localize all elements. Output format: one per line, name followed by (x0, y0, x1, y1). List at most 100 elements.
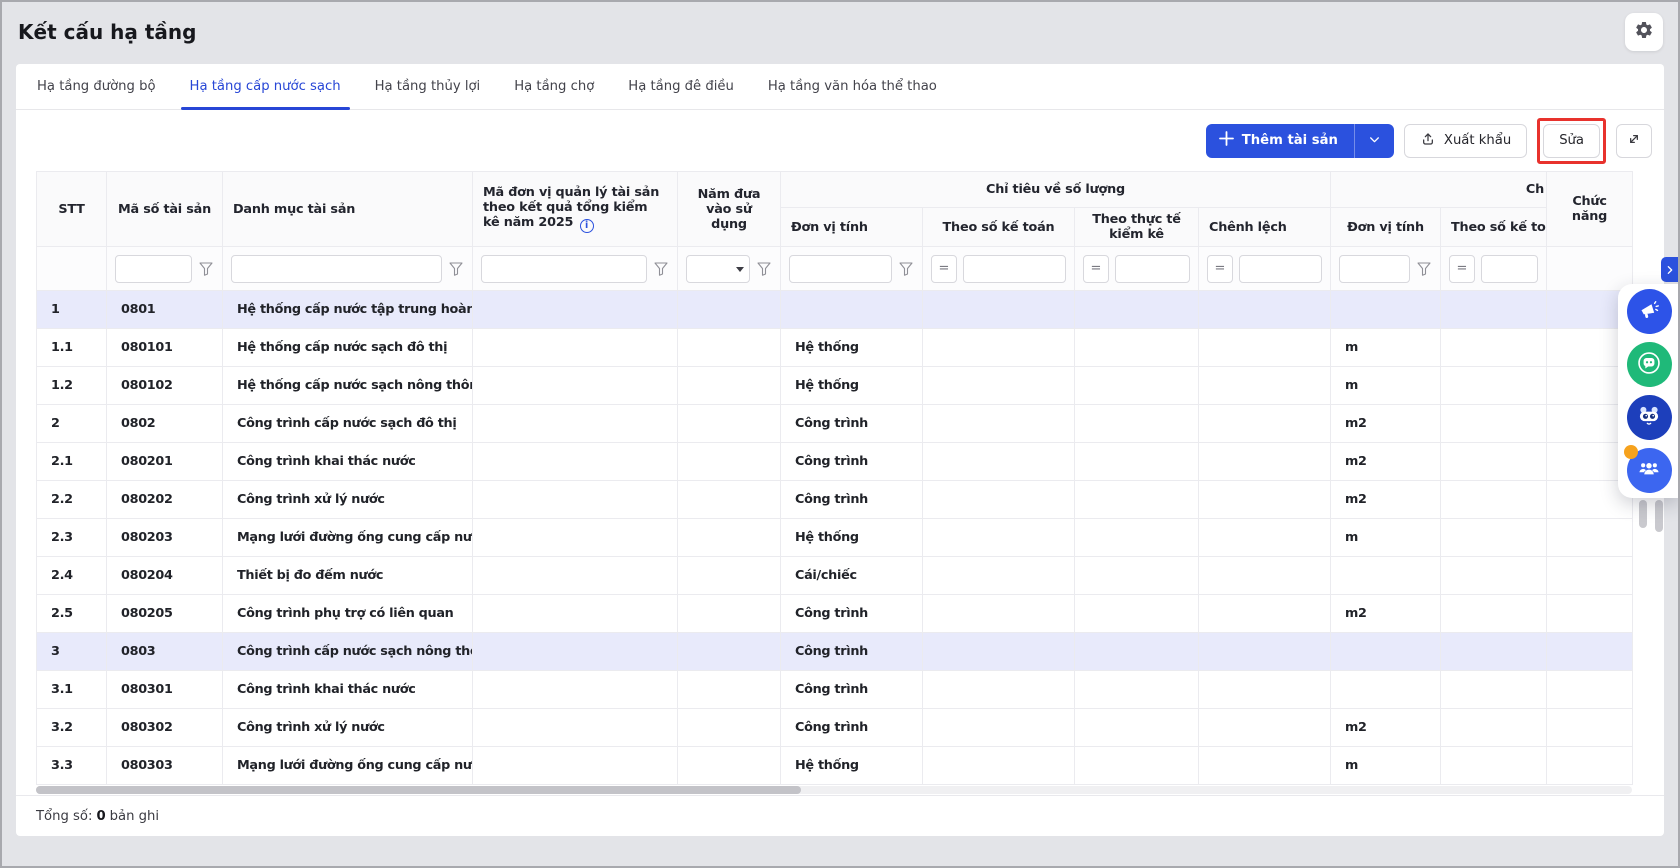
tab-ha-tang-de-dieu[interactable]: Hạ tầng đê điều (611, 64, 751, 109)
cell-acc2 (1441, 671, 1547, 709)
cell-acc2 (1441, 291, 1547, 329)
edit-button[interactable]: Sửa (1543, 124, 1600, 158)
cell-mgmt (473, 633, 678, 671)
tab-ha-tang-cap-nuoc-sach[interactable]: Hạ tầng cấp nước sạch (173, 64, 358, 109)
export-button[interactable]: Xuất khẩu (1404, 124, 1527, 158)
funnel-icon[interactable] (448, 262, 464, 276)
cell-year (678, 671, 781, 709)
cell-actions (1547, 519, 1633, 557)
table-row[interactable]: 30803Công trình cấp nước sạch nông thôn … (37, 633, 1633, 671)
cell-name: Công trình cấp nước sạch đô thị (223, 405, 473, 443)
funnel-icon[interactable] (1416, 262, 1432, 276)
tab-ha-tang-van-hoa-the-thao[interactable]: Hạ tầng văn hóa thể thao (751, 64, 954, 109)
cell-code: 0802 (107, 405, 223, 443)
filter-operator-equals[interactable]: = (1083, 255, 1109, 283)
table-row[interactable]: 3.3080303Mạng lưới đường ống cung cấp nư… (37, 747, 1633, 785)
filter-operator-equals[interactable]: = (1449, 255, 1475, 283)
filter-input-asset-code[interactable] (115, 255, 192, 283)
cell-name: Công trình cấp nước sạch nông thôn t... (223, 633, 473, 671)
table-row[interactable]: 20802Công trình cấp nước sạch đô thịCông… (37, 405, 1633, 443)
cell-unit2 (1331, 633, 1441, 671)
expand-icon (1626, 131, 1642, 151)
table-row[interactable]: 1.1080101Hệ thống cấp nước sạch đô thịHệ… (37, 329, 1633, 367)
fullscreen-button[interactable] (1616, 124, 1652, 158)
filter-input-by-accounting2[interactable] (1481, 255, 1538, 283)
add-asset-label: Thêm tài sản (1242, 133, 1338, 148)
assistant-bot-button[interactable] (1627, 395, 1672, 440)
cell-actions (1547, 595, 1633, 633)
community-icon (1636, 456, 1662, 486)
vertical-scrollbar-thumb[interactable] (1639, 500, 1647, 528)
cell-stt: 2.4 (37, 557, 107, 595)
table-row[interactable]: 2.1080201Công trình khai thác nướcCông t… (37, 443, 1633, 481)
community-button[interactable] (1627, 448, 1672, 493)
table-row[interactable]: 2.2080202Công trình xử lý nướcCông trình… (37, 481, 1633, 519)
add-asset-dropdown-button[interactable] (1354, 124, 1394, 158)
cell-acc2 (1441, 633, 1547, 671)
cell-inv (1075, 443, 1199, 481)
table-row[interactable]: 1.2080102Hệ thống cấp nước sạch nông thô… (37, 367, 1633, 405)
chat-support-button[interactable] (1627, 342, 1672, 387)
filter-operator-equals[interactable]: = (931, 255, 957, 283)
table-row[interactable]: 3.1080301Công trình khai thác nướcCông t… (37, 671, 1633, 709)
table-row[interactable]: 2.5080205Công trình phụ trợ có liên quan… (37, 595, 1633, 633)
filter-input-mgmt-unit[interactable] (481, 255, 647, 283)
horizontal-scrollbar-thumb[interactable] (36, 786, 801, 794)
cell-unit2: m (1331, 519, 1441, 557)
cell-diff (1199, 291, 1331, 329)
tab-ha-tang-duong-bo[interactable]: Hạ tầng đường bộ (20, 64, 173, 109)
col-header-unit1: Đơn vị tính (781, 208, 923, 247)
cell-unit2: m (1331, 329, 1441, 367)
funnel-icon[interactable] (898, 262, 914, 276)
tab-ha-tang-cho[interactable]: Hạ tầng chợ (497, 64, 611, 109)
filter-input-unit2[interactable] (1339, 255, 1410, 283)
col-header-year-in-use: Năm đưa vào sử dụng (678, 172, 781, 247)
settings-button[interactable] (1625, 13, 1663, 51)
cell-name: Công trình khai thác nước (223, 671, 473, 709)
tab-ha-tang-thuy-loi[interactable]: Hạ tầng thủy lợi (358, 64, 498, 109)
window-scrollbar-thumb[interactable] (1655, 500, 1663, 532)
filter-input-asset-category[interactable] (231, 255, 442, 283)
announcements-button[interactable] (1627, 289, 1672, 334)
filter-input-by-accounting[interactable] (963, 255, 1066, 283)
table-row[interactable]: 2.4080204Thiết bị đo đếm nướcCái/chiếc (37, 557, 1633, 595)
table-row[interactable]: 3.2080302Công trình xử lý nướcCông trình… (37, 709, 1633, 747)
notification-dot (1624, 445, 1638, 459)
filter-operator-equals[interactable]: = (1207, 255, 1233, 283)
cell-diff (1199, 633, 1331, 671)
funnel-icon[interactable] (198, 262, 214, 276)
cell-stt: 3.3 (37, 747, 107, 785)
col-header-stt: STT (37, 172, 107, 247)
filter-input-difference[interactable] (1239, 255, 1322, 283)
cell-stt: 2.3 (37, 519, 107, 557)
cell-stt: 3 (37, 633, 107, 671)
funnel-icon[interactable] (653, 262, 669, 276)
cell-actions (1547, 633, 1633, 671)
table-row[interactable]: 2.3080203Mạng lưới đường ống cung cấp nư… (37, 519, 1633, 557)
cell-name: Công trình xử lý nước (223, 709, 473, 747)
total-value: 0 (96, 809, 105, 824)
filter-cell-actions (1547, 247, 1633, 291)
table-row[interactable]: 10801Hệ thống cấp nước tập trung hoàn ch… (37, 291, 1633, 329)
cell-code: 080101 (107, 329, 223, 367)
filter-cell-asset-code (107, 247, 223, 291)
cell-code: 080204 (107, 557, 223, 595)
cell-code: 0801 (107, 291, 223, 329)
cell-unit2: m2 (1331, 709, 1441, 747)
panel-toggle-button[interactable] (1661, 257, 1678, 282)
cell-inv (1075, 557, 1199, 595)
funnel-icon[interactable] (756, 262, 772, 276)
filter-input-unit1[interactable] (789, 255, 892, 283)
cell-diff (1199, 709, 1331, 747)
filter-cell-by-accounting2: = (1441, 247, 1547, 291)
cell-year (678, 405, 781, 443)
cell-acc2 (1441, 519, 1547, 557)
cell-year (678, 557, 781, 595)
filter-input-by-inventory[interactable] (1115, 255, 1190, 283)
total-label: Tổng số: (36, 809, 92, 824)
chat-bot-icon (1636, 350, 1662, 380)
add-asset-button[interactable]: Thêm tài sản (1206, 124, 1354, 158)
cell-inv (1075, 481, 1199, 519)
info-icon[interactable]: i (580, 219, 594, 233)
cell-unit2 (1331, 291, 1441, 329)
